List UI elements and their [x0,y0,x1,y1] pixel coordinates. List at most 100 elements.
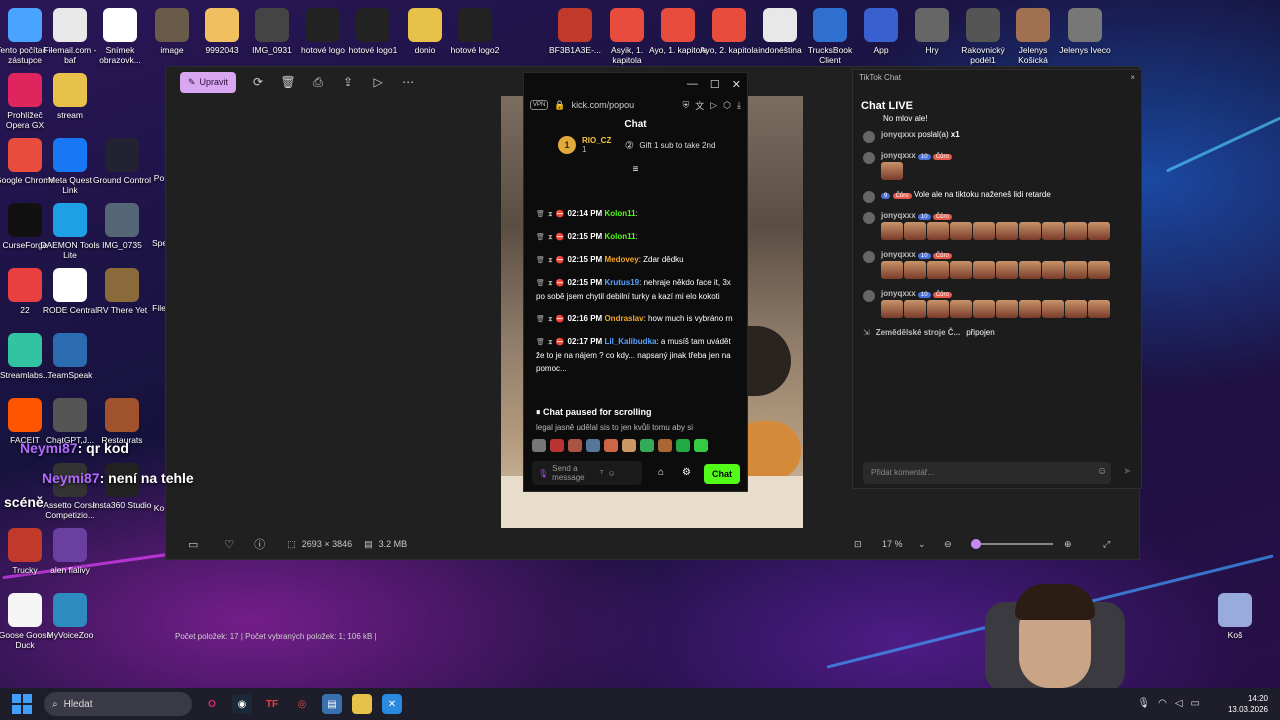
battery-icon[interactable]: ▭ [1191,698,1200,709]
desktop-icon[interactable]: Jelenys Iveco [1055,8,1115,55]
timeout-icon[interactable]: ⧗ [548,280,553,287]
share-icon[interactable]: ⇪ [340,74,356,90]
tiktok-user[interactable]: jonyqxxx [881,211,916,220]
info-icon[interactable]: ⓘ [254,536,265,552]
emote-icon[interactable] [694,439,708,452]
emote-icon[interactable] [658,439,672,452]
avatar[interactable] [863,290,875,302]
app-icon[interactable]: ✕ [382,694,402,714]
emote-icon[interactable] [568,439,582,452]
vpn-badge[interactable]: VPN [530,100,549,110]
emoji-icon[interactable]: ☺ [608,469,616,478]
zoom-in-icon[interactable]: ⊕ [1064,539,1072,550]
comment-input[interactable]: Přidat komentář... [863,462,1111,484]
wifi-icon[interactable]: ◠ [1158,698,1167,709]
desktop-icon[interactable]: Koš [1205,593,1265,640]
timeout-icon[interactable]: ⧗ [548,211,553,218]
chrome-icon[interactable]: ◎ [292,694,312,714]
desktop-icon[interactable]: RODE Central [40,268,100,315]
zoom-out-icon[interactable]: ⊖ [944,539,952,550]
timeout-icon[interactable]: ⧗ [548,234,553,241]
timeout-icon[interactable]: ⧗ [548,339,553,346]
message-user[interactable]: Lil_Kalibudka [604,337,656,346]
play-icon[interactable]: ▷ [710,100,717,111]
delete-icon[interactable]: 🗑 [536,280,545,287]
desktop-icon[interactable]: BF3B1A3E-... [545,8,605,55]
message-user[interactable]: Ondraslav [604,314,643,323]
desktop-icon[interactable]: Meta Quest Link [40,138,100,195]
edit-button[interactable]: ✎ Upravit [180,71,237,93]
slideshow-icon[interactable]: ▷ [370,74,386,90]
download-icon[interactable]: ⤓ [737,100,741,111]
extension-icon[interactable]: ⬡ [723,100,731,111]
volume-icon[interactable]: ◁ [1175,698,1183,709]
close-icon[interactable]: × [1130,73,1135,83]
favorite-icon[interactable]: ♡ [224,538,234,551]
translate-icon[interactable]: ᵀ [600,469,603,478]
send-chat-button[interactable]: Chat [704,464,740,484]
message-user[interactable]: Krutus19 [604,278,639,287]
store-icon[interactable]: ⌂ [658,467,664,478]
desktop-icon[interactable]: ChatGPT,J... [40,398,100,445]
desktop-icon[interactable]: RV There Yet [92,268,152,315]
pinned-user[interactable]: RIO_CZ [582,136,611,145]
emote-icon[interactable] [586,439,600,452]
ban-icon[interactable]: ⛔ [556,257,565,264]
timeout-icon[interactable]: ⧗ [548,257,553,264]
desktop-icon[interactable]: DAEMON Tools Lite [40,203,100,260]
desktop-icon[interactable]: IMG_0735 [92,203,152,250]
taskbar-search[interactable]: ⌕ Hledat [44,692,192,716]
minimize-icon[interactable]: — [687,78,698,90]
chevron-down-icon[interactable]: ⌄ [918,539,926,550]
chat-message[interactable]: 🗑 ⧗ ⛔ 02:17 PM Lil_Kalibudka: a musíš tam u… [536,335,741,375]
emote-icon[interactable] [604,439,618,452]
filmstrip-icon[interactable]: ▭ [188,538,198,551]
emote-icon[interactable] [622,439,636,452]
system-clock[interactable]: 14:20 13.03.2026 [1228,693,1268,715]
message-user[interactable]: Kolon11 [604,209,635,218]
zoom-slider-handle[interactable] [971,539,981,549]
more-options-icon[interactable]: ⋯ [400,74,416,90]
settings-icon[interactable]: ⚙ [682,467,691,478]
delete-icon[interactable]: 🗑 [536,257,545,264]
url-text[interactable]: kick.com/popou [572,100,677,110]
gift-text[interactable]: Gift 1 sub to take 2nd [639,141,715,150]
delete-icon[interactable]: 🗑 [536,211,545,218]
joined-user[interactable]: Zemědělské stroje Č... [876,328,960,337]
desktop-icon[interactable]: alen fialivy [40,528,100,575]
desktop-icon[interactable]: MyVoiceZoo [40,593,100,640]
emote-icon[interactable] [676,439,690,452]
fit-icon[interactable]: ⊡ [854,539,862,550]
desktop-icon[interactable]: stream [40,73,100,120]
chat-message[interactable]: 🗑 ⧗ ⛔ 02:15 PM Krutus19: nehraje někdo face… [536,276,741,303]
avatar[interactable] [863,131,875,143]
desktop-icon[interactable]: Restaurats [92,398,152,445]
print-icon[interactable]: ⎙ [310,74,326,90]
chat-paused-banner[interactable]: ⏸ Chat paused for scrolling [536,407,652,418]
avatar[interactable] [863,251,875,263]
chat-message[interactable]: 🗑 ⧗ ⛔ 02:16 PM Ondraslav: how much is vybrá… [536,312,741,326]
ban-icon[interactable]: ⛔ [556,339,565,346]
opera-icon[interactable]: O [202,694,222,714]
message-user[interactable]: Medovey [604,255,638,264]
maximize-icon[interactable]: ☐ [710,78,720,91]
ban-icon[interactable]: ⛔ [556,316,565,323]
ban-icon[interactable]: ⛔ [556,280,565,287]
folder-icon[interactable] [352,694,372,714]
tf-icon[interactable]: TF [262,694,282,714]
delete-icon[interactable]: 🗑 [536,234,545,241]
delete-icon[interactable]: 🗑 [280,74,296,90]
zoom-slider[interactable] [971,543,1053,545]
desktop-icon[interactable]: Snímek obrazovk... [90,8,150,65]
timeout-icon[interactable]: ⧗ [548,316,553,323]
desktop-icon[interactable]: Ground Control [92,138,152,185]
delete-icon[interactable]: 🗑 [536,316,545,323]
desktop-icon[interactable]: hotové logo1 [343,8,403,55]
steam-icon[interactable]: ◉ [232,694,252,714]
emote-icon[interactable] [640,439,654,452]
shield-icon[interactable]: ⛨ [682,100,689,111]
avatar[interactable] [863,212,875,224]
desktop-icon[interactable]: Jelenys Košická [1003,8,1063,65]
chat-message[interactable]: 🗑 ⧗ ⛔ 02:15 PM Medovey: Zdar dědku [536,253,741,267]
tiktok-user[interactable]: jonyqxxx [881,130,916,139]
